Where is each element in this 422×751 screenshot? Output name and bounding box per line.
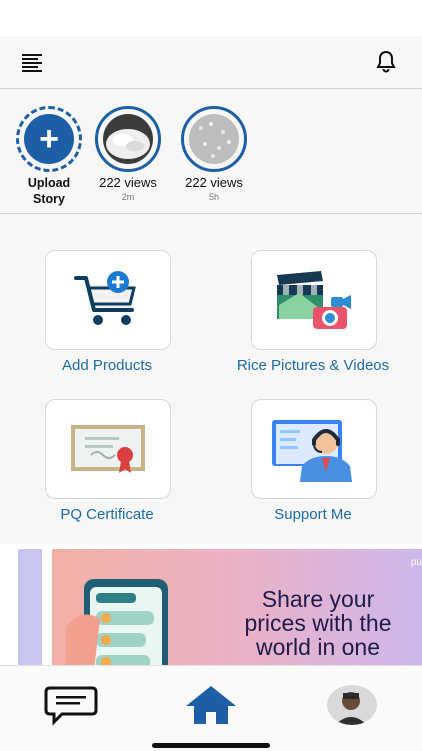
support-label: Support Me xyxy=(274,506,352,523)
menu-icon[interactable] xyxy=(20,50,46,74)
upload-story-label: Upload Story xyxy=(27,176,71,206)
story-views: 222 views xyxy=(185,175,243,190)
chat-icon[interactable] xyxy=(44,686,98,726)
feature-grid: Add Products Rice Pictures & Videos PQ C… xyxy=(0,214,422,544)
media-icon xyxy=(277,271,351,329)
bottom-navigation xyxy=(0,665,422,751)
banner-line-3: world in one xyxy=(255,634,381,660)
banner-line-2: prices with the xyxy=(244,610,392,636)
add-products-label: Add Products xyxy=(61,357,153,374)
banner-logo: pu xyxy=(410,557,422,568)
rice-photo xyxy=(189,114,239,164)
story-ring xyxy=(181,106,247,172)
support-agent-icon xyxy=(272,420,352,482)
story-time: 5h xyxy=(208,192,219,202)
status-bar xyxy=(0,0,422,36)
phone-illustration xyxy=(66,579,168,669)
upload-story-ring: + xyxy=(16,106,82,172)
upload-story-button[interactable]: + Upload Story xyxy=(4,106,94,207)
story-item[interactable]: 222 views 5h xyxy=(169,106,259,202)
story-time: 2m xyxy=(121,192,135,202)
add-products-tile[interactable] xyxy=(45,250,171,350)
home-indicator xyxy=(152,743,270,748)
rice-photo xyxy=(103,114,153,164)
header xyxy=(0,36,422,89)
home-icon[interactable] xyxy=(184,684,238,726)
pq-certificate-label: PQ Certificate xyxy=(60,506,154,523)
support-tile[interactable] xyxy=(251,399,377,499)
promo-banner[interactable]: pu Share your prices with the world in o… xyxy=(18,549,422,669)
rice-media-label: Rice Pictures & Videos xyxy=(236,357,390,374)
banner-line-1: Share your xyxy=(261,586,375,612)
story-views: 222 views xyxy=(99,175,157,190)
rice-media-tile[interactable] xyxy=(251,250,377,350)
pq-certificate-tile[interactable] xyxy=(45,399,171,499)
plus-icon: + xyxy=(24,114,74,164)
banner-strip xyxy=(18,549,42,669)
stories-row: + Upload Story 222 views 2m 222 views 5h xyxy=(0,89,422,214)
avatar[interactable] xyxy=(327,685,377,725)
bell-icon[interactable] xyxy=(374,50,398,74)
story-ring xyxy=(95,106,161,172)
story-item[interactable]: 222 views 2m xyxy=(83,106,173,202)
banner-headline: Share your prices with the world in one xyxy=(198,587,422,659)
certificate-icon xyxy=(71,425,145,473)
cart-add-icon xyxy=(74,271,136,325)
